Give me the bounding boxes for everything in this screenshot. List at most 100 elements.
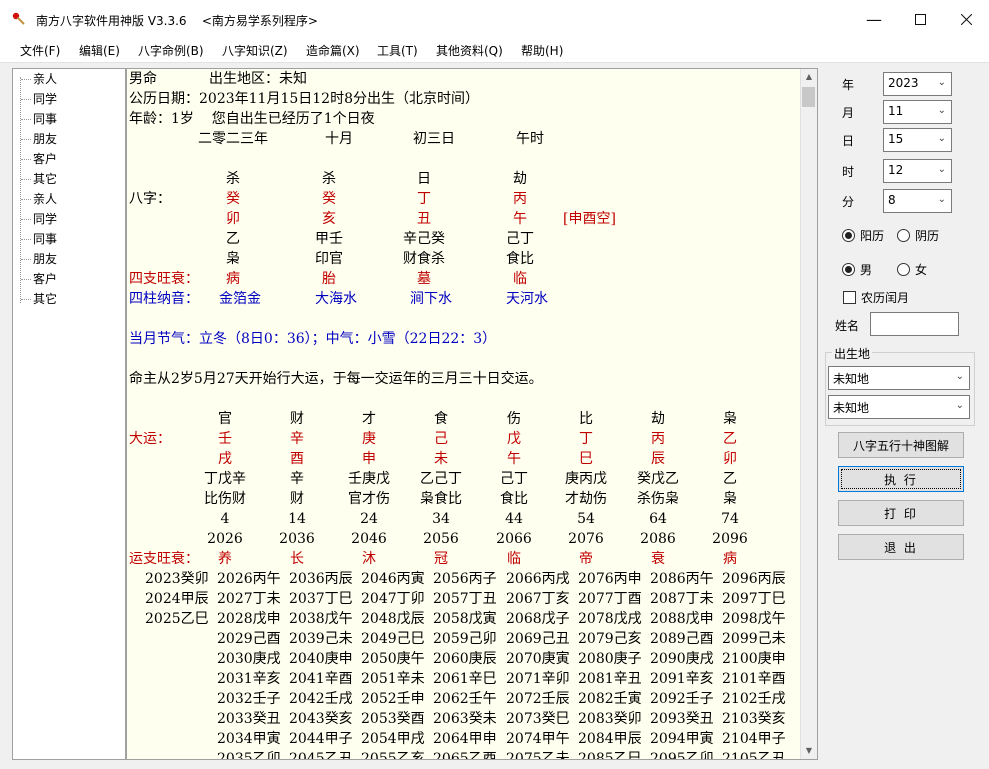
- pillar-stem-cell: 丁: [417, 191, 431, 207]
- minimize-button[interactable]: —: [851, 0, 897, 38]
- liunian-cell: 2032壬子: [217, 691, 281, 707]
- maximize-button[interactable]: [897, 0, 943, 38]
- month-select[interactable]: 11 ⌄: [883, 100, 952, 124]
- liunian-cell: 2070庚寅: [506, 651, 570, 667]
- liunian-cell: 2074甲午: [506, 731, 570, 747]
- liunian-cell: 2094甲寅: [650, 731, 714, 747]
- dayun-branch-cell: 申: [362, 451, 376, 467]
- liunian-cell: 2045乙丑: [289, 751, 353, 760]
- tree-item[interactable]: 同事: [21, 229, 57, 249]
- tree-item[interactable]: 同事: [21, 109, 57, 129]
- dayun-label: 大运：: [129, 431, 171, 447]
- scroll-up-icon[interactable]: ▲: [801, 69, 817, 85]
- kongwang-text: [申酉空]: [563, 211, 616, 227]
- leap-month-checkbox[interactable]: 农历闰月: [843, 289, 909, 306]
- dayun-branch-cell: 辰: [651, 451, 665, 467]
- dayun-god-cell: 才: [362, 411, 376, 427]
- tree-item[interactable]: 亲人: [21, 189, 57, 209]
- liunian-cell: 2038戊午: [289, 611, 353, 627]
- liunian-cell: 2041辛酉: [289, 671, 353, 687]
- menu-help[interactable]: 帮助(H): [521, 42, 563, 59]
- chevron-down-icon: ⌄: [937, 133, 946, 144]
- menu-file[interactable]: 文件(F): [20, 42, 60, 59]
- day-select[interactable]: 15 ⌄: [883, 128, 952, 152]
- liunian-cell: 2060庚辰: [433, 651, 497, 667]
- tree-item[interactable]: 其它: [21, 289, 57, 309]
- dayun-hidden-cell: 庚丙戊: [565, 471, 607, 487]
- year-select[interactable]: 2023 ⌄: [883, 72, 952, 96]
- tree-item[interactable]: 客户: [21, 269, 57, 289]
- hour-label: 时: [842, 165, 855, 179]
- wang-cell: 临: [513, 271, 527, 287]
- report-text-area[interactable]: 男命 出生地区：未知 公历日期：2023年11月15日12时8分出生（北京时间）…: [126, 68, 818, 760]
- tree-item[interactable]: 朋友: [21, 249, 57, 269]
- scroll-down-icon[interactable]: ▼: [801, 743, 817, 759]
- liunian-cell: 2047丁卯: [361, 591, 425, 607]
- report-scrollbar[interactable]: ▲ ▼: [800, 69, 817, 759]
- liunian-cell: 2078戊戌: [578, 611, 642, 627]
- close-button[interactable]: [943, 0, 989, 38]
- liunian-cell: 2075乙未: [506, 751, 570, 760]
- solar-date-text: 公历日期：2023年11月15日12时8分出生（北京时间）: [129, 91, 479, 107]
- menu-knowledge[interactable]: 八字知识(Z): [222, 42, 288, 59]
- scroll-thumb[interactable]: [802, 87, 815, 107]
- dayun-wang-cell: 帝: [579, 551, 593, 567]
- male-radio[interactable]: 男: [842, 261, 872, 278]
- liunian-cell: 2057丁丑: [433, 591, 497, 607]
- liunian-cell: 2033癸丑: [217, 711, 281, 727]
- lunar-radio[interactable]: 阴历: [897, 227, 939, 244]
- lunar-date-cell: 初三日: [413, 131, 455, 147]
- menu-zaoming[interactable]: 造命篇(X): [306, 42, 360, 59]
- dayun-stem-cell: 己: [434, 431, 448, 447]
- tree-item[interactable]: 朋友: [21, 129, 57, 149]
- pillar-god-cell: 杀: [226, 171, 240, 187]
- dayun-year-cell: 2036: [279, 531, 315, 547]
- dayun-god-cell: 伤: [507, 411, 521, 427]
- execute-button[interactable]: 执 行: [838, 466, 964, 492]
- dayun-age-cell: 54: [577, 511, 595, 527]
- exit-button[interactable]: 退 出: [838, 534, 964, 560]
- dayun-wang-cell: 长: [290, 551, 304, 567]
- female-radio[interactable]: 女: [897, 261, 927, 278]
- dayun-age-cell: 24: [360, 511, 378, 527]
- liunian-cell: 2092壬子: [650, 691, 714, 707]
- tree-item[interactable]: 同学: [21, 89, 57, 109]
- menu-other[interactable]: 其他资料(Q): [436, 42, 503, 59]
- dayun-hidden-god-cell: 食比: [500, 491, 528, 507]
- dayun-hidden-cell: 己丁: [500, 471, 528, 487]
- city-select[interactable]: 未知地 ⌄: [828, 395, 970, 419]
- liunian-cell: 2093癸丑: [650, 711, 714, 727]
- print-button[interactable]: 打 印: [838, 500, 964, 526]
- name-input[interactable]: [870, 312, 959, 336]
- tree-item[interactable]: 客户: [21, 149, 57, 169]
- pillar-god-cell: 杀: [322, 171, 336, 187]
- name-label: 姓名: [835, 319, 860, 333]
- liunian-cell: 2091辛亥: [650, 671, 714, 687]
- minimize-icon: —: [866, 9, 882, 29]
- liunian-cell: 2039己未: [289, 631, 353, 647]
- liunian-cell: 2083癸卯: [578, 711, 642, 727]
- solar-radio[interactable]: 阳历: [842, 227, 884, 244]
- menu-edit[interactable]: 编辑(E): [79, 42, 120, 59]
- app-window: 南方八字软件用神版 V3.3.6 <南方易学系列程序> — 文件(F) 编辑(E…: [0, 0, 989, 769]
- tree-item[interactable]: 亲人: [21, 69, 57, 89]
- xiaoyun-cell: 2025乙巳: [145, 611, 209, 627]
- wang-label: 四支旺衰：: [129, 271, 199, 287]
- tree-item[interactable]: 同学: [21, 209, 57, 229]
- liunian-cell: 2059己卯: [433, 631, 497, 647]
- dayun-stem-cell: 庚: [362, 431, 376, 447]
- liunian-cell: 2084甲辰: [578, 731, 642, 747]
- liunian-cell: 2073癸巳: [506, 711, 570, 727]
- menu-cases[interactable]: 八字命例(B): [138, 42, 204, 59]
- menu-tools[interactable]: 工具(T): [377, 42, 418, 59]
- lunar-date-cell: 午时: [516, 131, 544, 147]
- pillar-stem-cell: 丙: [513, 191, 527, 207]
- province-select[interactable]: 未知地 ⌄: [828, 366, 970, 390]
- minute-select[interactable]: 8 ⌄: [883, 189, 952, 213]
- minute-label: 分: [842, 195, 855, 209]
- wuxing-chart-button[interactable]: 八字五行十神图解: [838, 432, 964, 458]
- tree-item[interactable]: 其它: [21, 169, 57, 189]
- wang-cell: 病: [226, 271, 240, 287]
- hour-select[interactable]: 12 ⌄: [883, 159, 952, 183]
- birthplace-label: 出生地: [832, 345, 873, 362]
